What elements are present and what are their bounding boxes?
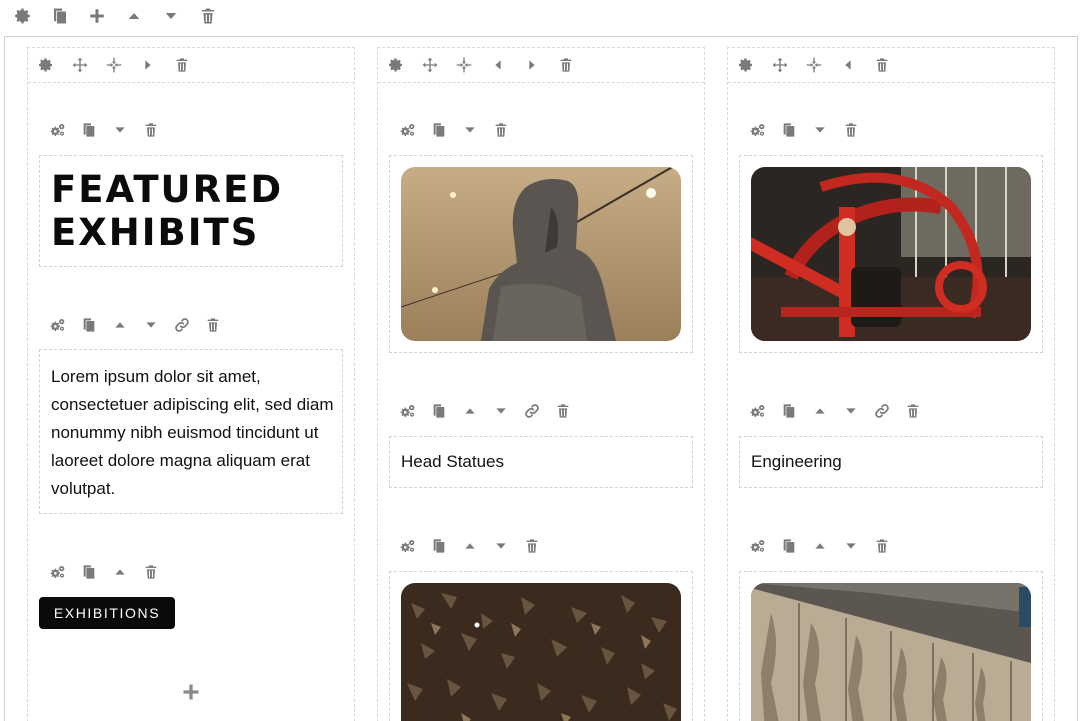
image-caption: Engineering: [751, 452, 842, 471]
link-icon[interactable]: [523, 402, 541, 420]
page-toolbar: [14, 6, 217, 26]
frieze-image: [751, 583, 1031, 721]
heading-block[interactable]: FEATURED EXHIBITS: [39, 155, 343, 267]
trash-icon[interactable]: [142, 121, 160, 139]
body-text: Lorem ipsum dolor sit amet, consectetuer…: [51, 367, 334, 498]
gears-icon[interactable]: [399, 402, 417, 420]
move-icon[interactable]: [771, 56, 789, 74]
caret-up-icon[interactable]: [125, 6, 143, 26]
trash-icon[interactable]: [904, 402, 922, 420]
copy-icon[interactable]: [780, 121, 798, 139]
exhibitions-button[interactable]: EXHIBITIONS: [39, 597, 175, 629]
caret-down-icon[interactable]: [811, 121, 829, 139]
copy-icon[interactable]: [430, 537, 448, 555]
copy-icon[interactable]: [430, 402, 448, 420]
caret-down-icon[interactable]: [461, 121, 479, 139]
column-toolbar: [28, 48, 354, 83]
gears-icon[interactable]: [749, 537, 767, 555]
column-toolbar: [728, 48, 1054, 83]
trash-icon[interactable]: [142, 563, 160, 581]
compress-icon[interactable]: [805, 56, 823, 74]
gears-icon[interactable]: [49, 563, 67, 581]
caret-up-icon[interactable]: [461, 537, 479, 555]
trash-icon[interactable]: [842, 121, 860, 139]
caret-left-icon[interactable]: [489, 56, 507, 74]
caret-up-icon[interactable]: [461, 402, 479, 420]
image-block-toolbar: [399, 537, 541, 555]
title-line-2: EXHIBITS: [51, 211, 260, 254]
image-caption: Head Statues: [401, 452, 505, 471]
gear-icon[interactable]: [37, 56, 55, 74]
gears-icon[interactable]: [399, 121, 417, 139]
trash-icon[interactable]: [873, 56, 891, 74]
caret-up-icon[interactable]: [811, 402, 829, 420]
compress-icon[interactable]: [455, 56, 473, 74]
gear-icon[interactable]: [14, 6, 32, 26]
caret-down-icon[interactable]: [142, 316, 160, 334]
page-title: FEATURED EXHIBITS: [40, 156, 342, 254]
trash-icon[interactable]: [199, 6, 217, 26]
caret-up-icon[interactable]: [111, 316, 129, 334]
heading-block-toolbar: [49, 121, 160, 139]
engine-image: [751, 167, 1031, 341]
move-icon[interactable]: [421, 56, 439, 74]
title-line-1: FEATURED: [51, 168, 284, 211]
copy-icon[interactable]: [80, 563, 98, 581]
image-block-toolbar: [749, 537, 891, 555]
gears-icon[interactable]: [49, 121, 67, 139]
gear-icon[interactable]: [737, 56, 755, 74]
move-icon[interactable]: [71, 56, 89, 74]
caret-down-icon[interactable]: [162, 6, 180, 26]
gears-icon[interactable]: [49, 316, 67, 334]
text-block-toolbar: [49, 316, 222, 334]
link-icon[interactable]: [173, 316, 191, 334]
leaves-image: [401, 583, 681, 721]
trash-icon[interactable]: [173, 56, 191, 74]
copy-icon[interactable]: [80, 121, 98, 139]
gears-icon[interactable]: [749, 121, 767, 139]
caret-up-icon[interactable]: [811, 537, 829, 555]
column-toolbar: [378, 48, 704, 83]
text-block-toolbar: [749, 402, 922, 420]
link-icon[interactable]: [873, 402, 891, 420]
trash-icon[interactable]: [492, 121, 510, 139]
gears-icon[interactable]: [399, 537, 417, 555]
button-block-toolbar: [49, 563, 160, 581]
caption-block[interactable]: Engineering: [739, 436, 1043, 488]
copy-icon[interactable]: [780, 537, 798, 555]
caption-block[interactable]: Head Statues: [389, 436, 693, 488]
gears-icon[interactable]: [749, 402, 767, 420]
copy-icon[interactable]: [430, 121, 448, 139]
caret-down-icon[interactable]: [492, 537, 510, 555]
gear-icon[interactable]: [387, 56, 405, 74]
image-block-toolbar: [399, 121, 510, 139]
caret-right-icon[interactable]: [139, 56, 157, 74]
statue-image: [401, 167, 681, 341]
caret-up-icon[interactable]: [111, 563, 129, 581]
caret-down-icon[interactable]: [111, 121, 129, 139]
text-block[interactable]: Lorem ipsum dolor sit amet, consectetuer…: [39, 349, 343, 514]
trash-icon[interactable]: [557, 56, 575, 74]
copy-icon[interactable]: [51, 6, 69, 26]
copy-icon[interactable]: [80, 316, 98, 334]
caret-down-icon[interactable]: [842, 402, 860, 420]
trash-icon[interactable]: [554, 402, 572, 420]
caret-right-icon[interactable]: [523, 56, 541, 74]
compress-icon[interactable]: [105, 56, 123, 74]
caret-down-icon[interactable]: [492, 402, 510, 420]
caret-down-icon[interactable]: [842, 537, 860, 555]
copy-icon[interactable]: [780, 402, 798, 420]
trash-icon[interactable]: [873, 537, 891, 555]
add-block-icon[interactable]: [181, 682, 201, 702]
caret-left-icon[interactable]: [839, 56, 857, 74]
plus-icon[interactable]: [88, 6, 106, 26]
image-block-toolbar: [749, 121, 860, 139]
text-block-toolbar: [399, 402, 572, 420]
trash-icon[interactable]: [523, 537, 541, 555]
trash-icon[interactable]: [204, 316, 222, 334]
